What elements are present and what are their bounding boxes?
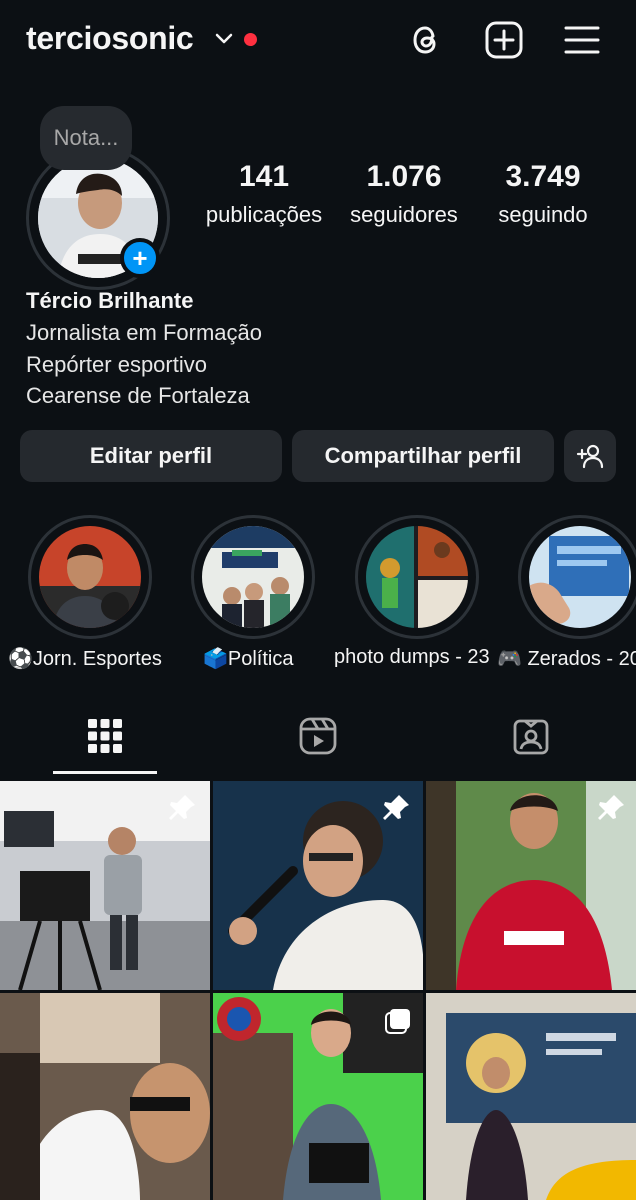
stat-posts-label: publicações bbox=[205, 202, 323, 227]
full-name: Tércio Brilhante bbox=[26, 288, 194, 313]
highlight-label: ⚽Jorn. Esportes bbox=[8, 648, 162, 670]
stat-followers-value: 1.076 bbox=[366, 160, 442, 193]
post-thumbnail[interactable] bbox=[0, 993, 210, 1200]
stat-following-value: 3.749 bbox=[505, 160, 581, 193]
post-thumbnail[interactable] bbox=[426, 993, 636, 1200]
stat-following-label: seguindo bbox=[498, 202, 588, 227]
bio-line: Cearense de Fortaleza bbox=[26, 383, 250, 408]
bio-line: Jornalista em Formação bbox=[26, 320, 262, 345]
stat-posts[interactable]: 141 publicações bbox=[189, 160, 339, 228]
add-story-button[interactable]: + bbox=[120, 238, 160, 278]
highlight-photo-dumps[interactable] bbox=[355, 515, 479, 639]
highlight-label: photo dumps - 23 bbox=[334, 646, 490, 668]
note-bubble[interactable]: Nota... bbox=[40, 106, 132, 170]
highlight-label: 🗳️Política bbox=[203, 648, 294, 670]
stat-followers-label: seguidores bbox=[350, 202, 458, 227]
share-profile-button[interactable]: Compartilhar perfil bbox=[292, 430, 554, 482]
multi-photo-icon bbox=[383, 1006, 413, 1036]
menu-icon[interactable] bbox=[562, 20, 602, 60]
add-person-icon bbox=[576, 444, 604, 469]
active-tab-indicator bbox=[53, 771, 157, 774]
tagged-icon[interactable] bbox=[511, 716, 551, 756]
highlight-label: 🎮 Zerados - 20 bbox=[497, 648, 636, 670]
bio-line: Repórter esportivo bbox=[26, 352, 207, 377]
grid-icon[interactable] bbox=[85, 716, 125, 756]
highlight-politica[interactable] bbox=[191, 515, 315, 639]
pin-icon bbox=[596, 793, 626, 823]
reels-icon[interactable] bbox=[298, 716, 338, 756]
highlight-jorn-esportes[interactable] bbox=[28, 515, 152, 639]
threads-icon[interactable] bbox=[406, 20, 446, 60]
profile-username[interactable]: terciosonic bbox=[26, 20, 194, 57]
pin-icon bbox=[381, 793, 411, 823]
discover-people-button[interactable] bbox=[564, 430, 616, 482]
highlight-zerados[interactable] bbox=[518, 515, 636, 639]
create-post-icon[interactable] bbox=[484, 20, 524, 60]
notification-dot bbox=[244, 33, 257, 46]
stat-following[interactable]: 3.749 seguindo bbox=[468, 160, 618, 228]
stat-posts-value: 141 bbox=[238, 160, 290, 193]
pin-icon bbox=[167, 793, 197, 823]
chevron-down-icon[interactable] bbox=[212, 26, 236, 50]
edit-profile-button[interactable]: Editar perfil bbox=[20, 430, 282, 482]
stat-followers[interactable]: 1.076 seguidores bbox=[329, 160, 479, 228]
